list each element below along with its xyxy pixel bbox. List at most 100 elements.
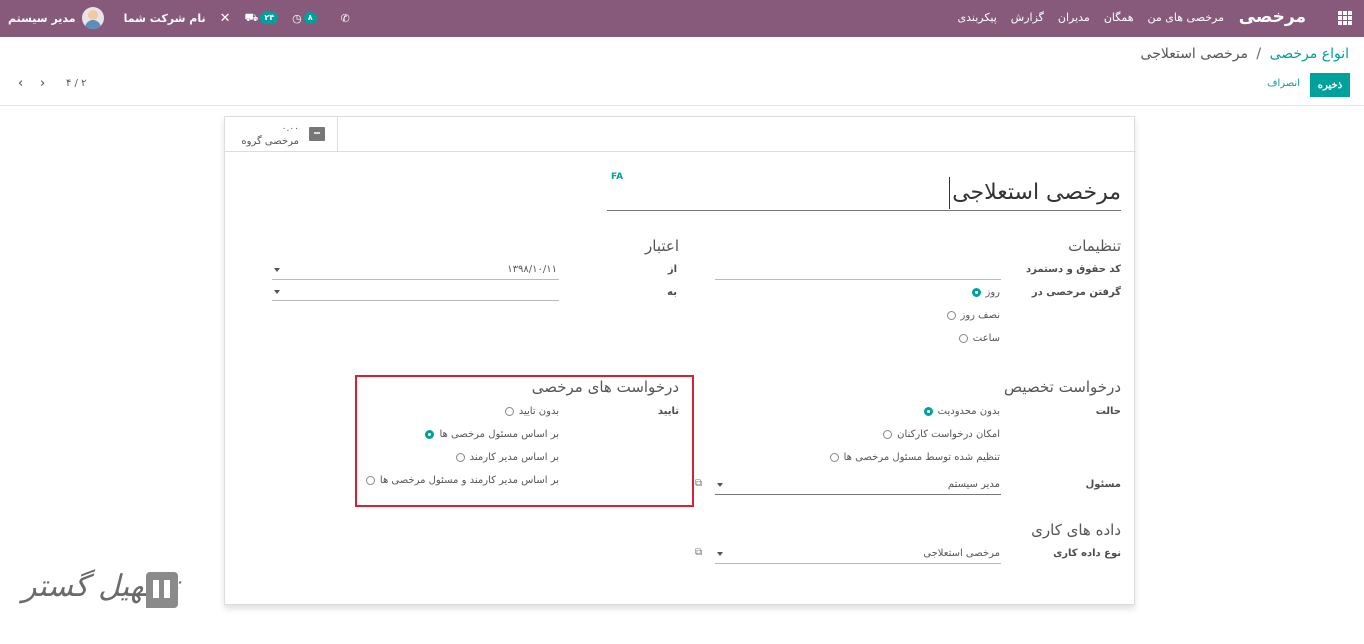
radio-mode-employee-request[interactable]: امکان درخواست کارکنان bbox=[883, 429, 1000, 440]
responsible-field[interactable] bbox=[715, 494, 1001, 495]
breadcrumb-current: مرخصی استعلاجی bbox=[1140, 46, 1248, 62]
radio-validation-both[interactable]: بر اساس مدیر کارمند و مسئول مرخصی ها bbox=[365, 475, 559, 486]
responsible-value: مدیر سیستم bbox=[947, 479, 1000, 490]
radio-validation-manager-label: بر اساس مدیر کارمند bbox=[469, 452, 559, 463]
responsible-label: مسئول bbox=[1085, 479, 1121, 490]
menu-reporting[interactable]: گزارش bbox=[1011, 11, 1044, 24]
radio-validation-both-label: بر اساس مدیر کارمند و مسئول مرخصی ها bbox=[379, 475, 559, 486]
archive-icon bbox=[309, 127, 325, 141]
radio-take-leave-half-day[interactable]: نصف روز bbox=[946, 310, 1000, 321]
validity-from-value: ۱۳۹۸/۱۰/۱۱ bbox=[507, 264, 557, 275]
activity-menu[interactable]: ◷ ۸ bbox=[292, 12, 317, 25]
breadcrumb-parent[interactable]: انواع مرخصی bbox=[1270, 46, 1349, 62]
radio-validation-manager[interactable]: بر اساس مدیر کارمند bbox=[455, 452, 559, 463]
take-leave-in-label: گرفتن مرخصی در bbox=[1031, 287, 1121, 298]
watermark-logo: تسهیل گستر bbox=[22, 569, 182, 621]
menu-managers[interactable]: مدیران bbox=[1058, 11, 1090, 24]
radio-no-limit-icon[interactable] bbox=[923, 407, 933, 416]
work-entry-type-value: مرخصی استعلاجی bbox=[923, 548, 1000, 559]
menu-everyone[interactable]: همگان bbox=[1104, 11, 1134, 24]
title-input[interactable]: مرخصی استعلاجی bbox=[607, 175, 1121, 211]
radio-set-by-officer-label: تنظیم شده توسط مسئول مرخصی ها bbox=[843, 452, 1000, 463]
menu-my-leaves[interactable]: مرخصی های من bbox=[1148, 11, 1225, 24]
radio-hour-label: ساعت bbox=[972, 333, 1000, 344]
radio-take-leave-day[interactable]: روز bbox=[971, 287, 1001, 298]
leave-request-header: درخواست های مرخصی bbox=[531, 378, 679, 396]
radio-employee-request-icon[interactable] bbox=[883, 430, 893, 439]
validity-to-label: به bbox=[667, 287, 677, 298]
allocation-mode-label: حالت bbox=[1095, 406, 1121, 417]
top-navbar: مرخصی مرخصی های من همگان مدیران گزارش پی… bbox=[0, 0, 1364, 37]
validity-to-field[interactable] bbox=[272, 300, 559, 301]
radio-validation-officer[interactable]: بر اساس مسئول مرخصی ها bbox=[425, 429, 559, 440]
validation-label: تایید bbox=[657, 406, 679, 417]
external-link-icon[interactable]: ⧉ bbox=[695, 547, 702, 558]
radio-no-limit-label: بدون محدودیت bbox=[937, 406, 1000, 417]
radio-set-by-officer-icon[interactable] bbox=[829, 453, 839, 462]
control-panel-divider bbox=[0, 105, 1364, 106]
brand-logo-icon bbox=[146, 572, 178, 608]
chat-icon: ⛟ bbox=[244, 10, 259, 24]
settings-header: تنظیمات bbox=[1068, 237, 1121, 255]
caret-down-icon[interactable] bbox=[717, 483, 723, 487]
caret-down-icon[interactable] bbox=[274, 290, 280, 294]
chevron-left-icon[interactable]: ‹ bbox=[18, 76, 23, 91]
app-brand[interactable]: مرخصی bbox=[1239, 7, 1306, 27]
work-entry-type-field[interactable] bbox=[715, 563, 1001, 564]
caret-down-icon[interactable] bbox=[274, 268, 280, 272]
validity-from-label: از bbox=[667, 264, 677, 275]
radio-validation-manager-icon[interactable] bbox=[455, 453, 465, 462]
user-name: مدیر سیستم bbox=[8, 11, 76, 25]
messages-badge: ۲۴ bbox=[260, 12, 279, 24]
payroll-code-field[interactable] bbox=[715, 279, 1001, 280]
radio-validation-officer-icon[interactable] bbox=[425, 430, 435, 439]
work-entry-header: داده های کاری bbox=[1031, 521, 1121, 539]
menu-configuration[interactable]: پیکربندی bbox=[957, 11, 996, 24]
main-menu: مرخصی های من همگان مدیران گزارش پیکربندی bbox=[957, 11, 1224, 24]
discard-button[interactable]: انصراف bbox=[1267, 78, 1300, 89]
company-switcher[interactable]: نام شرکت شما bbox=[124, 12, 206, 25]
messaging-menu[interactable]: ⛟ ۲۴ bbox=[245, 11, 279, 26]
apps-menu-icon[interactable] bbox=[1338, 11, 1352, 25]
text-cursor bbox=[949, 177, 951, 209]
title-value: مرخصی استعلاجی bbox=[952, 180, 1121, 205]
systray: مدیر سیستم نام شرکت شما ✕ ⛟ ۲۴ ◷ ۸ ✆ bbox=[8, 6, 350, 30]
validity-header: اعتبار bbox=[645, 237, 679, 255]
validity-from-field[interactable] bbox=[272, 279, 559, 280]
caret-down-icon[interactable] bbox=[717, 552, 723, 556]
breadcrumb: انواع مرخصی / مرخصی استعلاجی bbox=[1141, 46, 1349, 62]
save-button[interactable]: ذخیره bbox=[1310, 73, 1350, 97]
radio-validation-none-label: بدون تایید bbox=[518, 406, 559, 417]
radio-hour-icon[interactable] bbox=[958, 334, 968, 343]
allocation-header: درخواست تخصیص bbox=[1004, 378, 1121, 396]
smart-button-value: ۰.۰۰ bbox=[281, 124, 299, 134]
radio-half-day-icon[interactable] bbox=[946, 311, 956, 320]
radio-validation-both-icon[interactable] bbox=[365, 476, 375, 485]
activity-badge: ۸ bbox=[303, 12, 317, 24]
breadcrumb-separator: / bbox=[1256, 46, 1262, 62]
pager-value[interactable]: ۴ / ۲ bbox=[66, 78, 86, 89]
radio-employee-request-label: امکان درخواست کارکنان bbox=[897, 429, 1000, 440]
external-link-icon[interactable]: ⧉ bbox=[695, 478, 702, 489]
radio-validation-none-icon[interactable] bbox=[504, 407, 514, 416]
radio-day-icon[interactable] bbox=[971, 288, 981, 297]
user-menu[interactable]: مدیر سیستم bbox=[8, 7, 104, 29]
clock-icon: ◷ bbox=[292, 11, 302, 25]
radio-take-leave-hour[interactable]: ساعت bbox=[958, 333, 1000, 344]
radio-half-day-label: نصف روز bbox=[960, 310, 1000, 321]
phone-icon[interactable]: ✆ bbox=[341, 12, 350, 25]
radio-validation-none[interactable]: بدون تایید bbox=[504, 406, 559, 417]
radio-validation-officer-label: بر اساس مسئول مرخصی ها bbox=[439, 429, 559, 440]
radio-day-label: روز bbox=[985, 287, 1001, 298]
smart-button-label: مرخصی گروه bbox=[241, 136, 299, 147]
button-box-divider bbox=[225, 151, 1136, 152]
radio-mode-set-by-officer[interactable]: تنظیم شده توسط مسئول مرخصی ها bbox=[829, 452, 1000, 463]
form-sheet: ۰.۰۰ مرخصی گروه FA مرخصی استعلاجی تنظیما… bbox=[224, 116, 1136, 605]
work-entry-type-label: نوع داده کاری bbox=[1053, 548, 1121, 559]
radio-mode-no-limit[interactable]: بدون محدودیت bbox=[923, 406, 1000, 417]
smart-button-group-leaves[interactable]: ۰.۰۰ مرخصی گروه bbox=[225, 117, 338, 152]
payroll-code-label: کد حقوق و دستمزد bbox=[1026, 264, 1121, 275]
avatar bbox=[81, 7, 104, 29]
close-icon[interactable]: ✕ bbox=[220, 11, 231, 26]
chevron-right-icon[interactable]: › bbox=[40, 76, 45, 91]
